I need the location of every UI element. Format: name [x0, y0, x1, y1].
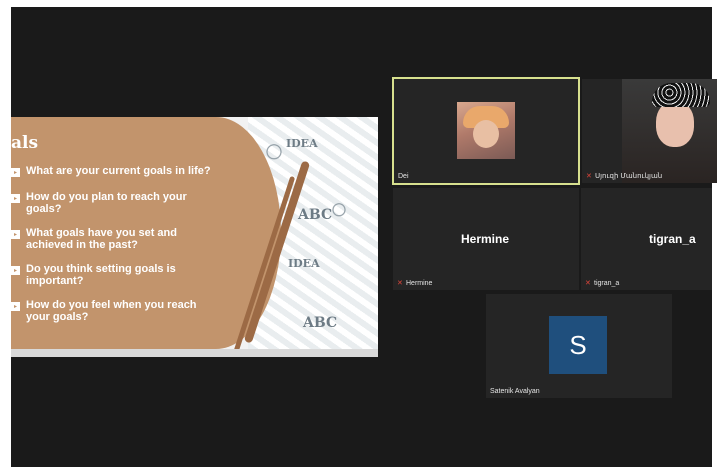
- participant-name: Սյուզի Մանուկյան: [595, 173, 663, 180]
- question-text: How do you feel when you reach your goal…: [26, 299, 197, 323]
- participant-name-label: Satenik Avalyan: [490, 388, 540, 395]
- participant-name-label: ✕ Hermine: [397, 280, 432, 287]
- participant-name: Hermine: [406, 280, 433, 287]
- profile-photo: [457, 102, 515, 159]
- video-tile-tigran[interactable]: tigran_a ✕ tigran_a: [581, 188, 712, 290]
- doodle-word: ABC: [303, 315, 338, 331]
- camera-bandana: [652, 83, 710, 107]
- arrow-bullet-icon: ▸: [11, 194, 20, 203]
- arrow-bullet-icon: ▸: [11, 168, 20, 177]
- participant-center-name: Hermine: [461, 232, 510, 246]
- arrow-bullet-icon: ▸: [11, 230, 20, 239]
- video-tile-dei[interactable]: Dei: [392, 77, 580, 185]
- question-item: ▸ What goals have you set and achieved i…: [11, 227, 251, 251]
- participant-name-label: Dei: [398, 173, 409, 180]
- photo-face: [473, 120, 499, 148]
- video-tile-satenik[interactable]: S Satenik Avalyan: [486, 294, 672, 398]
- question-item: ▸ How do you feel when you reach your go…: [11, 299, 251, 323]
- question-text: Do you think setting goals is important?: [26, 263, 176, 287]
- question-text: What are your current goals in life?: [26, 165, 211, 177]
- arrow-bullet-icon: ▸: [11, 266, 20, 275]
- participant-name: tigran_a: [594, 280, 620, 287]
- left-margin: [0, 0, 11, 468]
- participant-name-label: ✕ tigran_a: [585, 280, 619, 287]
- mic-off-icon: ✕: [585, 280, 591, 287]
- video-tile-hermine[interactable]: Hermine ✕ Hermine: [393, 188, 579, 290]
- slide-bottom-band: [11, 349, 378, 357]
- doodle-word: IDEA: [288, 257, 320, 270]
- video-tile-camera[interactable]: ✕ Սյուզի Մանուկյան: [582, 79, 717, 183]
- slide-title: als: [11, 133, 39, 153]
- camera-face: [656, 101, 694, 147]
- participant-name-label: ✕ Սյուզի Մանուկյան: [586, 172, 663, 181]
- question-text: What goals have you set and achieved in …: [26, 227, 177, 251]
- question-item: ▸ How do you plan to reach your goals?: [11, 191, 251, 215]
- mic-off-icon: ✕: [397, 280, 403, 287]
- shared-screen: IDEA ABC IDEA ABC als ▸ What are your cu…: [11, 117, 378, 357]
- participant-name: Dei: [398, 173, 409, 180]
- question-item: ▸ What are your current goals in life?: [11, 165, 251, 177]
- mic-off-icon: ✕: [586, 172, 592, 180]
- question-item: ▸ Do you think setting goals is importan…: [11, 263, 251, 287]
- question-text: How do you plan to reach your goals?: [26, 191, 187, 215]
- doodle-word: ABC: [298, 207, 333, 223]
- participant-name: Satenik Avalyan: [490, 388, 540, 395]
- participant-center-name: tigran_a: [649, 232, 696, 246]
- arrow-bullet-icon: ▸: [11, 302, 20, 311]
- camera-feed: [622, 79, 717, 183]
- avatar: S: [549, 316, 607, 374]
- doodle-word: IDEA: [286, 137, 318, 150]
